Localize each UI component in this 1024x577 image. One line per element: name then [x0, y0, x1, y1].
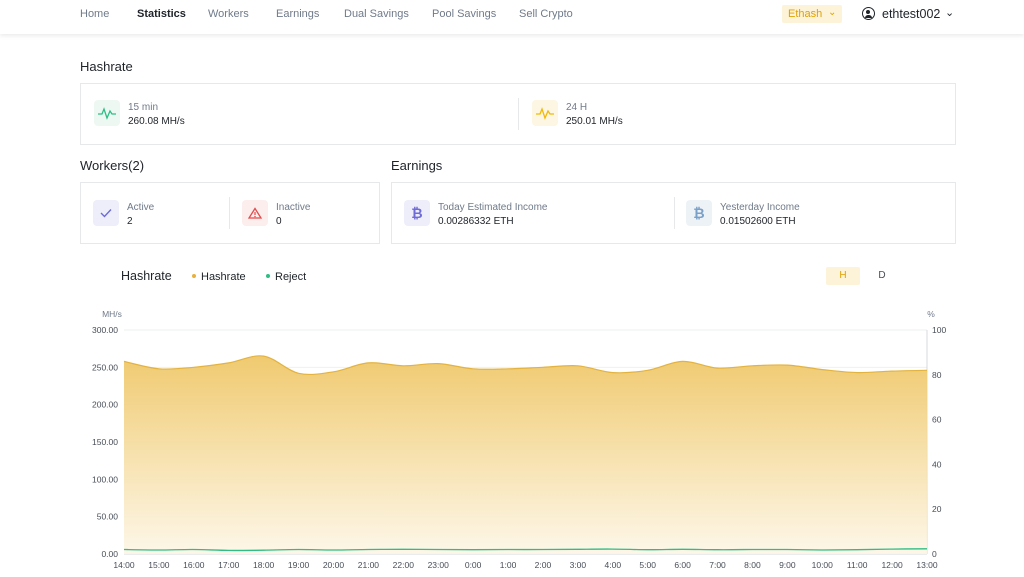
y-tick-label-right: 0 — [932, 549, 937, 559]
nav-sell-crypto[interactable]: Sell Crypto — [519, 8, 573, 20]
toggle-day[interactable]: D — [865, 267, 899, 285]
y-axis-right-label: % — [927, 309, 935, 319]
x-tick-label: 15:00 — [148, 560, 170, 570]
x-tick-label: 14:00 — [113, 560, 135, 570]
x-tick-label: 1:00 — [500, 560, 517, 570]
x-tick-label: 7:00 — [709, 560, 726, 570]
y-tick-label-left: 50.00 — [97, 512, 119, 522]
nav-pool-savings[interactable]: Pool Savings — [432, 8, 496, 20]
y-tick-label-left: 0.00 — [101, 549, 118, 559]
hashrate-15min-label: 15 min — [128, 102, 159, 113]
x-tick-label: 18:00 — [253, 560, 275, 570]
x-tick-label: 23:00 — [428, 560, 450, 570]
earnings-yesterday-value: 0.01502600 ETH — [720, 216, 796, 227]
x-tick-label: 0:00 — [465, 560, 482, 570]
nav-statistics[interactable]: Statistics — [137, 8, 186, 20]
hashrate-24h-label: 24 H — [566, 102, 588, 113]
earnings-yesterday-label: Yesterday Income — [720, 202, 800, 213]
x-tick-label: 21:00 — [358, 560, 380, 570]
x-tick-label: 11:00 — [847, 560, 868, 570]
workers-section-title: Workers(2) — [80, 158, 145, 173]
workers-inactive-value: 0 — [276, 216, 282, 227]
y-axis-left-label: MH/s — [102, 309, 122, 319]
y-tick-label-right: 100 — [932, 325, 946, 335]
x-tick-label: 6:00 — [674, 560, 691, 570]
legend-dot — [266, 274, 270, 279]
warning-icon — [242, 200, 268, 226]
chevron-down-icon: ⌄ — [945, 7, 955, 19]
algorithm-select[interactable]: Ethash ⌄ — [782, 5, 842, 23]
y-tick-label-left: 300.00 — [92, 325, 118, 335]
user-icon — [862, 7, 875, 20]
y-tick-label-left: 100.00 — [92, 474, 118, 484]
divider — [674, 197, 675, 229]
x-tick-label: 3:00 — [570, 560, 587, 570]
x-tick-label: 19:00 — [288, 560, 310, 570]
x-tick-label: 17:00 — [218, 560, 240, 570]
nav-workers[interactable]: Workers — [208, 8, 249, 20]
x-tick-label: 9:00 — [779, 560, 796, 570]
reject-series-line — [123, 548, 928, 552]
hashrate-section-title: Hashrate — [80, 59, 133, 74]
hashrate-24h-value: 250.01 MH/s — [566, 116, 623, 127]
nav-home[interactable]: Home — [80, 8, 109, 20]
y-tick-label-right: 80 — [932, 370, 942, 380]
username: ethtest002 — [882, 7, 941, 21]
algorithm-select-value: Ethash — [788, 8, 823, 20]
earnings-card: ₿ Today Estimated Income 0.00286332 ETH … — [391, 182, 956, 244]
x-tick-label: 20:00 — [323, 560, 345, 570]
legend-reject[interactable]: Reject — [266, 271, 306, 283]
hashrate-card: 15 min 260.08 MH/s 24 H 250.01 MH/s — [80, 83, 956, 145]
earnings-today-value: 0.00286332 ETH — [438, 216, 514, 227]
y-tick-label-left: 200.00 — [92, 400, 118, 410]
x-tick-label: 10:00 — [812, 560, 834, 570]
x-tick-label: 4:00 — [605, 560, 622, 570]
x-tick-label: 13:00 — [916, 560, 938, 570]
pulse-icon — [94, 100, 120, 126]
legend-hashrate[interactable]: Hashrate — [192, 271, 246, 283]
y-tick-label-right: 40 — [932, 459, 942, 469]
toggle-hour[interactable]: H — [826, 267, 860, 285]
divider — [229, 197, 230, 229]
workers-active-value: 2 — [127, 216, 133, 227]
top-nav: Home Statistics Workers Earnings Dual Sa… — [0, 0, 1024, 34]
x-tick-label: 16:00 — [183, 560, 205, 570]
divider — [518, 98, 519, 130]
legend-hashrate-label: Hashrate — [201, 271, 246, 283]
chart-title: Hashrate — [121, 269, 172, 283]
y-tick-label-left: 250.00 — [92, 362, 118, 372]
nav-dual-savings[interactable]: Dual Savings — [344, 8, 409, 20]
x-tick-label: 8:00 — [744, 560, 761, 570]
y-tick-label-right: 60 — [932, 415, 942, 425]
legend-dot — [192, 274, 196, 279]
workers-inactive-label: Inactive — [276, 202, 311, 213]
hashrate-15min-value: 260.08 MH/s — [128, 116, 185, 127]
bitcoin-icon: ₿ — [404, 200, 430, 226]
workers-active-label: Active — [127, 202, 155, 213]
legend-reject-label: Reject — [275, 271, 307, 283]
pulse-icon — [532, 100, 558, 126]
bitcoin-icon: ₿ — [686, 200, 712, 226]
earnings-today-label: Today Estimated Income — [438, 202, 548, 213]
workers-card: Active 2 Inactive 0 — [80, 182, 380, 244]
hashrate-area — [124, 355, 927, 554]
check-icon — [93, 200, 119, 226]
x-tick-label: 22:00 — [393, 560, 415, 570]
x-tick-label: 2:00 — [535, 560, 552, 570]
nav-earnings[interactable]: Earnings — [276, 8, 319, 20]
hashrate-series-line — [123, 355, 928, 376]
y-tick-label-left: 150.00 — [92, 437, 118, 447]
y-tick-label-right: 20 — [932, 504, 942, 514]
x-tick-label: 12:00 — [881, 560, 903, 570]
earnings-section-title: Earnings — [391, 158, 443, 173]
chevron-down-icon: ⌄ — [828, 7, 837, 18]
x-tick-label: 5:00 — [639, 560, 656, 570]
